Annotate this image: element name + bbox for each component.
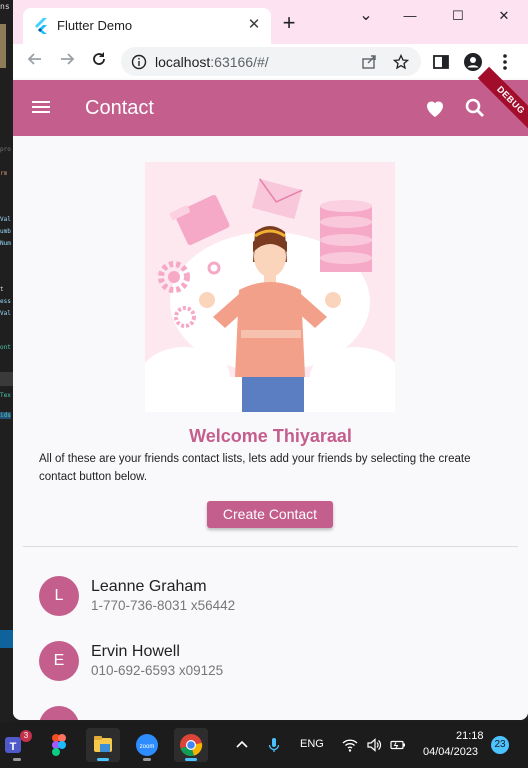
editor-status: [0, 630, 14, 648]
editor-snippet: ns: [0, 2, 10, 11]
contact-list-item[interactable]: [13, 706, 528, 720]
heart-icon[interactable]: [423, 96, 447, 120]
main-content: Welcome Thiyaraal All of these are your …: [13, 136, 528, 720]
editor-snippet: ess: [0, 298, 11, 305]
wifi-icon[interactable]: [342, 737, 358, 753]
figma-icon: [52, 734, 66, 756]
tab-title: Flutter Demo: [57, 18, 133, 33]
welcome-description: All of these are your friends contact li…: [39, 453, 471, 483]
screen: ns pro rm Val umb Num t ess Val ont Tex …: [0, 0, 528, 768]
new-tab-button[interactable]: +: [277, 12, 301, 36]
editor-snippet: t: [0, 286, 4, 293]
reload-button[interactable]: [87, 50, 111, 74]
minimize-button[interactable]: —: [399, 6, 421, 26]
menu-icon[interactable]: [31, 98, 51, 118]
browser-tab[interactable]: Flutter Demo ✕: [23, 8, 271, 44]
site-info-icon[interactable]: [131, 54, 147, 70]
bookmark-star-icon[interactable]: [393, 54, 409, 70]
volume-icon[interactable]: [366, 737, 382, 753]
reload-icon: [93, 52, 105, 65]
clock-date[interactable]: 04/04/2023: [423, 746, 478, 758]
search-icon[interactable]: [463, 96, 487, 120]
flutter-icon: [35, 18, 47, 34]
zoom-icon: zoom: [136, 734, 158, 756]
svg-text:T: T: [10, 741, 17, 753]
avatar: L: [39, 576, 79, 616]
contact-list-item[interactable]: E Ervin Howell 010-692-6593 x09125: [13, 641, 528, 705]
editor-snippet: umb: [0, 228, 11, 235]
contact-phone: 1-770-736-8031 x56442: [91, 598, 236, 613]
language-indicator[interactable]: ENG: [300, 738, 324, 750]
url-text: localhost:63166/#/: [155, 54, 269, 70]
more-menu-icon[interactable]: [495, 52, 515, 72]
chrome-icon: [180, 734, 203, 757]
battery-icon[interactable]: [390, 737, 406, 753]
browser-toolbar: localhost:63166/#/: [13, 44, 528, 80]
clock-time[interactable]: 21:18: [456, 730, 484, 742]
welcome-heading: Welcome Thiyaraal: [189, 426, 352, 446]
page-title: Contact: [85, 97, 154, 119]
browser-window: Flutter Demo ✕ + ⌄ — ☐ ✕ localhost:63166…: [13, 0, 528, 720]
maximize-button[interactable]: ☐: [447, 6, 469, 26]
editor-highlight: [0, 372, 14, 386]
contact-name: Leanne Graham: [91, 578, 207, 595]
editor-gutter: [0, 24, 6, 68]
contact-list-item[interactable]: L Leanne Graham 1-770-736-8031 x56442: [13, 576, 528, 640]
avatar: E: [39, 641, 79, 681]
editor-snippet: Val: [0, 310, 11, 317]
zoom-app[interactable]: zoom: [130, 728, 164, 762]
contact-phone: 010-692-6593 x09125: [91, 663, 224, 678]
address-bar[interactable]: localhost:63166/#/: [121, 47, 421, 76]
url-path: :63166/#/: [210, 54, 269, 70]
contact-name: Ervin Howell: [91, 643, 180, 660]
editor-snippet: ids: [0, 412, 11, 419]
forward-button[interactable]: [55, 50, 79, 74]
editor-snippet: Num: [0, 240, 11, 247]
back-arrow-icon: [27, 53, 41, 65]
svg-text:zoom: zoom: [140, 744, 155, 750]
microphone-icon[interactable]: [266, 737, 282, 753]
avatar: [39, 706, 79, 720]
notification-count-badge[interactable]: 23: [491, 736, 509, 754]
divider: [23, 546, 518, 547]
profile-avatar-icon[interactable]: [463, 52, 483, 72]
windows-taskbar: T 3 zoom ENG 21:18 04/04/2023 23: [0, 722, 528, 768]
teams-app[interactable]: T 3: [0, 728, 34, 762]
tab-close-button[interactable]: ✕: [245, 16, 263, 34]
share-icon[interactable]: [361, 54, 377, 70]
database-icon: [320, 200, 372, 272]
teams-badge: 3: [20, 730, 32, 742]
background-editor: ns pro rm Val umb Num t ess Val ont Tex …: [0, 0, 14, 722]
side-panel-icon[interactable]: [431, 52, 451, 72]
tab-search-button[interactable]: ⌄: [355, 6, 377, 26]
close-window-button[interactable]: ✕: [493, 6, 515, 26]
back-button[interactable]: [23, 50, 47, 74]
create-contact-button[interactable]: Create Contact: [207, 501, 333, 528]
editor-snippet: Val: [0, 216, 11, 223]
app-bar: Contact DEBUG: [13, 66, 528, 136]
forward-arrow-icon: [61, 53, 75, 65]
welcome-illustration: [145, 162, 395, 412]
editor-snippet: rm: [0, 170, 8, 177]
file-explorer-icon: [94, 736, 112, 752]
editor-snippet: pro: [0, 146, 11, 153]
chevron-up-icon[interactable]: [234, 737, 250, 753]
browser-titlebar: Flutter Demo ✕ + ⌄ — ☐ ✕: [13, 0, 528, 44]
chrome-app[interactable]: [174, 728, 208, 762]
file-explorer-app[interactable]: [86, 728, 120, 762]
figma-app[interactable]: [42, 728, 76, 762]
editor-snippet: Tex: [0, 392, 11, 399]
url-host: localhost: [155, 54, 211, 70]
editor-snippet: ont: [0, 344, 11, 351]
